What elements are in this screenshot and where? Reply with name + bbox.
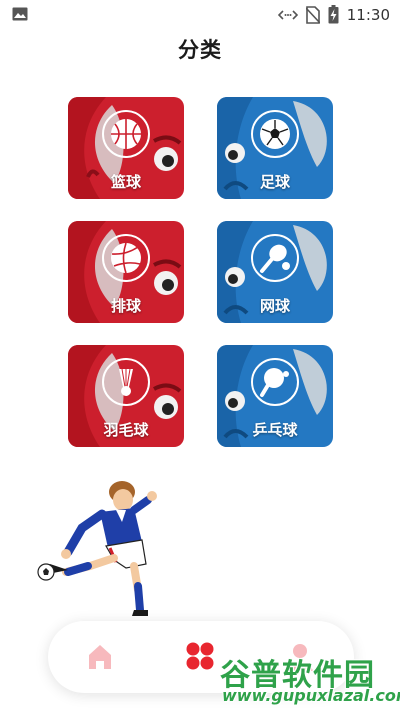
category-tile-volleyball[interactable]: 排球 xyxy=(68,221,184,323)
category-label: 排球 xyxy=(110,297,141,315)
category-tile-basketball[interactable]: 篮球 xyxy=(68,97,184,199)
shuttlecock-icon xyxy=(102,358,150,406)
volleyball-icon xyxy=(102,234,150,282)
basketball-icon xyxy=(102,110,150,158)
tennis-racket-icon xyxy=(251,234,299,282)
soccer-player-illustration xyxy=(37,481,157,616)
status-bar: 11:30 xyxy=(0,0,400,28)
category-label: 乒乓球 xyxy=(252,421,298,439)
watermark-url-text: www.gupuxlazal.com xyxy=(222,686,400,705)
soccer-ball-icon xyxy=(251,110,299,158)
category-label: 羽毛球 xyxy=(103,421,149,439)
no-sim-icon xyxy=(305,5,320,24)
category-label: 足球 xyxy=(259,173,290,191)
battery-charging-icon xyxy=(328,5,339,24)
data-transfer-icon xyxy=(277,9,298,20)
status-time: 11:30 xyxy=(346,5,390,24)
category-label: 网球 xyxy=(259,297,290,315)
category-tile-soccer[interactable]: 足球 xyxy=(217,97,333,199)
category-tile-badminton[interactable]: 羽毛球 xyxy=(68,345,184,447)
category-tile-ping-pong[interactable]: 乒乓球 xyxy=(217,345,333,447)
page-title: 分类 xyxy=(178,38,222,62)
category-grid-icon[interactable] xyxy=(180,639,220,673)
gallery-icon xyxy=(12,7,28,21)
category-tile-tennis[interactable]: 网球 xyxy=(217,221,333,323)
ping-pong-paddle-icon xyxy=(251,358,299,406)
home-icon[interactable] xyxy=(80,639,120,673)
category-label: 篮球 xyxy=(110,173,141,191)
watermark: 谷普软件园 www.gupuxlazal.com xyxy=(216,648,400,708)
